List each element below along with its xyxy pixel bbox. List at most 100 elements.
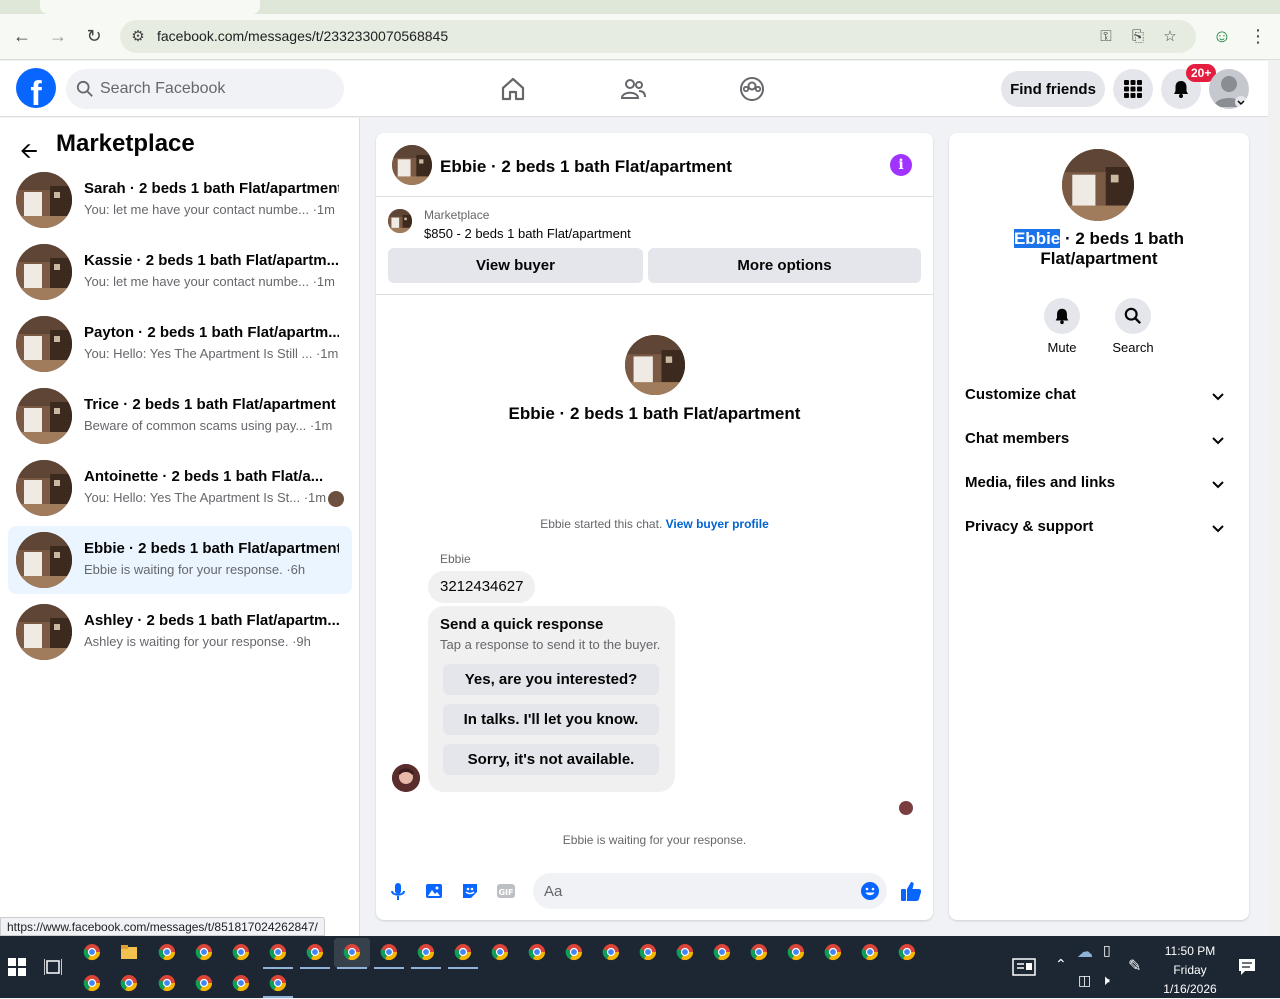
task-view-icon[interactable] bbox=[44, 958, 62, 976]
chrome-icon[interactable] bbox=[713, 943, 731, 961]
groups-icon[interactable] bbox=[738, 75, 766, 103]
chrome-icon[interactable] bbox=[158, 974, 176, 992]
info-icon[interactable]: i bbox=[890, 154, 912, 176]
chrome-icon[interactable] bbox=[195, 943, 213, 961]
chrome-icon[interactable] bbox=[639, 943, 657, 961]
chrome-icon[interactable] bbox=[306, 943, 324, 961]
sticker-icon[interactable] bbox=[460, 881, 480, 901]
chrome-icon[interactable] bbox=[120, 974, 138, 992]
chrome-icon[interactable] bbox=[454, 943, 472, 961]
media-files-links-section[interactable]: Media, files and links bbox=[965, 474, 1233, 504]
active-app-indicator bbox=[448, 967, 478, 969]
chrome-icon[interactable] bbox=[195, 974, 213, 992]
key-icon[interactable]: ⚿ bbox=[1096, 26, 1116, 46]
message-input[interactable]: Aa bbox=[533, 873, 887, 909]
site-settings-icon[interactable]: ⚙ bbox=[128, 26, 148, 46]
view-buyer-profile-link[interactable]: View buyer profile bbox=[666, 517, 769, 531]
search-placeholder: Search Facebook bbox=[100, 80, 226, 97]
privacy-support-section[interactable]: Privacy & support bbox=[965, 518, 1233, 548]
search-chat-button[interactable]: Search bbox=[1103, 298, 1163, 355]
chrome-icon[interactable] bbox=[491, 943, 509, 961]
notification-center-icon[interactable] bbox=[1238, 958, 1256, 976]
chrome-icon[interactable] bbox=[417, 943, 435, 961]
view-buyer-button[interactable]: View buyer bbox=[388, 248, 643, 283]
chat-thumbnail[interactable] bbox=[392, 145, 432, 185]
address-bar[interactable]: ⚙ facebook.com/messages/t/23323300705688… bbox=[120, 20, 1196, 53]
quick-response-not-available-button[interactable]: Sorry, it's not available. bbox=[443, 744, 659, 775]
gif-icon[interactable]: GIF bbox=[496, 881, 516, 901]
chrome-icon[interactable] bbox=[158, 943, 176, 961]
emoji-icon[interactable] bbox=[860, 881, 880, 901]
chrome-icon[interactable] bbox=[787, 943, 805, 961]
reload-icon[interactable]: ↻ bbox=[80, 22, 108, 50]
news-widget-icon[interactable] bbox=[1012, 958, 1036, 976]
page-scrollbar[interactable] bbox=[1268, 61, 1280, 936]
conversation-item[interactable]: Trice · 2 beds 1 bath Flat/apartment Bewa… bbox=[8, 382, 352, 450]
photo-icon[interactable] bbox=[424, 881, 444, 901]
customize-chat-section[interactable]: Customize chat bbox=[965, 386, 1233, 416]
conversation-item[interactable]: Ashley · 2 beds 1 bath Flat/apartm... Ash… bbox=[8, 598, 352, 666]
listing-price[interactable]: $850 - 2 beds 1 bath Flat/apartment bbox=[424, 226, 631, 241]
chrome-icon[interactable] bbox=[232, 943, 250, 961]
chevron-down-icon bbox=[1212, 525, 1224, 533]
conversation-item[interactable]: Ebbie · 2 beds 1 bath Flat/apartment Ebbi… bbox=[8, 526, 352, 594]
conversation-item[interactable]: Antoinette · 2 beds 1 bath Flat/a... You:… bbox=[8, 454, 352, 522]
chrome-icon[interactable] bbox=[750, 943, 768, 961]
browser-tab[interactable] bbox=[40, 0, 260, 14]
sender-avatar[interactable] bbox=[392, 764, 420, 792]
chrome-icon[interactable] bbox=[528, 943, 546, 961]
conversation-item[interactable]: Sarah · 2 beds 1 bath Flat/apartment You:… bbox=[8, 166, 352, 234]
chat-members-section[interactable]: Chat members bbox=[965, 430, 1233, 460]
chrome-icon[interactable] bbox=[676, 943, 694, 961]
facebook-logo-icon[interactable]: f bbox=[16, 68, 56, 108]
chrome-icon[interactable] bbox=[824, 943, 842, 961]
quick-response-in-talks-button[interactable]: In talks. I'll let you know. bbox=[443, 704, 659, 735]
buyer-avatar[interactable] bbox=[625, 335, 685, 395]
chrome-icon[interactable] bbox=[232, 974, 250, 992]
profile-icon[interactable]: ☺ bbox=[1208, 22, 1236, 50]
microphone-icon[interactable] bbox=[388, 881, 408, 901]
conversation-item[interactable]: Payton · 2 beds 1 bath Flat/apartm... You… bbox=[8, 310, 352, 378]
chrome-icon[interactable] bbox=[83, 974, 101, 992]
quick-response-interested-button[interactable]: Yes, are you interested? bbox=[443, 664, 659, 695]
account-avatar[interactable] bbox=[1209, 69, 1249, 109]
chrome-icon[interactable] bbox=[565, 943, 583, 961]
back-arrow-icon[interactable]: ← bbox=[8, 22, 36, 50]
install-app-icon[interactable]: ⎘ bbox=[1128, 26, 1148, 46]
onedrive-icon[interactable]: ☁ bbox=[1077, 942, 1093, 962]
apartment-photo bbox=[16, 604, 72, 660]
friends-icon[interactable] bbox=[619, 75, 647, 103]
forward-arrow-icon[interactable]: → bbox=[44, 22, 72, 50]
conversation-item[interactable]: Kassie · 2 beds 1 bath Flat/apartm... You… bbox=[8, 238, 352, 306]
device-icon[interactable]: ▯ bbox=[1103, 942, 1111, 959]
volume-muted-icon[interactable]: 🕨 bbox=[1101, 972, 1110, 989]
pen-icon[interactable]: ✎ bbox=[1128, 956, 1141, 976]
chrome-icon[interactable] bbox=[269, 943, 287, 961]
home-icon[interactable] bbox=[499, 75, 527, 103]
windows-start-icon[interactable] bbox=[8, 958, 26, 976]
chrome-icon[interactable] bbox=[83, 943, 101, 961]
profile-avatar[interactable] bbox=[1062, 149, 1134, 221]
quick-response-subtitle: Tap a response to send it to the buyer. bbox=[440, 637, 661, 652]
listing-thumbnail[interactable] bbox=[388, 209, 412, 233]
chrome-icon[interactable] bbox=[861, 943, 879, 961]
chrome-icon[interactable] bbox=[269, 974, 287, 992]
chat-title[interactable]: Ebbie · 2 beds 1 bath Flat/apartment bbox=[440, 157, 732, 177]
chrome-icon[interactable] bbox=[380, 943, 398, 961]
message-bubble[interactable]: 3212434627 bbox=[428, 571, 536, 603]
search-input[interactable]: Search Facebook bbox=[66, 69, 344, 109]
thumbs-up-icon[interactable] bbox=[899, 879, 923, 903]
chrome-icon[interactable] bbox=[602, 943, 620, 961]
chevron-up-icon[interactable]: ⌃ bbox=[1055, 956, 1067, 973]
bookmark-star-icon[interactable]: ☆ bbox=[1160, 26, 1180, 46]
kebab-menu-icon[interactable]: ⋮ bbox=[1244, 22, 1272, 50]
file-explorer-icon[interactable] bbox=[120, 943, 138, 961]
mute-button[interactable]: Mute bbox=[1032, 298, 1092, 355]
more-options-button[interactable]: More options bbox=[648, 248, 921, 283]
chrome-icon[interactable] bbox=[343, 943, 361, 961]
chrome-icon[interactable] bbox=[898, 943, 916, 961]
menu-grid-button[interactable] bbox=[1113, 69, 1153, 109]
find-friends-button[interactable]: Find friends bbox=[1001, 71, 1105, 107]
network-icon[interactable]: ◫ bbox=[1078, 972, 1091, 989]
system-clock[interactable]: 11:50 PM Friday 1/16/2026 bbox=[1155, 942, 1225, 999]
